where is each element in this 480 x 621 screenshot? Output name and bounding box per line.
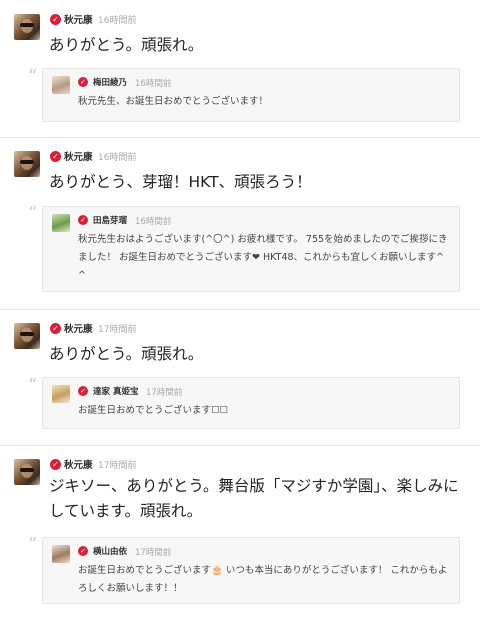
timeline-feed: ✓ 秋元康 16時間前 ありがとう。頑張れ。 “ ✓ 梅田綾乃 16時間前 秋元… — [0, 0, 480, 621]
post-message: ありがとう、芽瑠！HKT、頑張ろう！ — [49, 173, 312, 191]
verified-check-icon: ✓ — [50, 14, 61, 25]
avatar[interactable] — [14, 14, 40, 40]
post-author[interactable]: 秋元康 — [64, 12, 93, 26]
reply-text: お誕生日おめでとうございます☐☐ — [78, 405, 229, 416]
reply-avatar[interactable] — [52, 214, 70, 232]
quote-mark-icon: “ — [28, 534, 38, 555]
reply-author[interactable]: 田島芽瑠 — [93, 214, 127, 226]
post-message: ジキソー、ありがとう。舞台版「マジすか学園」、楽しみにしています。頑張れ。 — [49, 477, 459, 520]
post-time: 16時間前 — [98, 16, 137, 26]
post: ✓ 秋元康 16時間前 ありがとう、芽瑠！HKT、頑張ろう！ “ ✓ 田島芽瑠 … — [0, 137, 480, 309]
avatar[interactable] — [14, 323, 40, 349]
reply-text: 秋元先生、お誕生日おめでとうございます！ — [78, 96, 269, 107]
reply-author[interactable]: 横山由依 — [93, 545, 127, 557]
reply-avatar[interactable] — [52, 545, 70, 563]
post: ✓ 秋元康 17時間前 ジキソー、ありがとう。舞台版「マジすか学園」、楽しみにし… — [0, 445, 480, 621]
reply-avatar[interactable] — [52, 385, 70, 403]
reply-time: 17時間前 — [135, 548, 172, 558]
quote-mark-icon: “ — [28, 203, 38, 224]
reply-text: お誕生日おめでとうございます🎂 いつも本当にありがとうございます！ これからもよ… — [78, 565, 448, 594]
post-time: 17時間前 — [98, 325, 137, 335]
post: ✓ 秋元康 17時間前 ありがとう。頑張れ。 “ ✓ 達家 真姫宝 17時間前 … — [0, 309, 480, 445]
reply-text: 秋元先生おはようございます(^〇^) お疲れ様です。 755を始めましたのでご挨… — [78, 234, 448, 281]
post: ✓ 秋元康 16時間前 ありがとう。頑張れ。 “ ✓ 梅田綾乃 16時間前 秋元… — [0, 0, 480, 137]
quote-mark-icon: “ — [28, 66, 38, 87]
reply-quote[interactable]: ✓ 田島芽瑠 16時間前 秋元先生おはようございます(^〇^) お疲れ様です。 … — [42, 206, 460, 292]
quote-mark-icon: “ — [28, 375, 38, 396]
verified-check-icon: ✓ — [50, 323, 61, 334]
verified-check-icon: ✓ — [50, 151, 61, 162]
reply-time: 16時間前 — [135, 217, 172, 227]
avatar[interactable] — [14, 151, 40, 177]
post-author[interactable]: 秋元康 — [64, 149, 93, 163]
post-author[interactable]: 秋元康 — [64, 321, 93, 335]
reply-quote[interactable]: ✓ 達家 真姫宝 17時間前 お誕生日おめでとうございます☐☐ — [42, 377, 460, 429]
reply-quote[interactable]: ✓ 梅田綾乃 16時間前 秋元先生、お誕生日おめでとうございます！ — [42, 68, 460, 122]
post-message: ありがとう。頑張れ。 — [49, 36, 204, 54]
post-message: ありがとう。頑張れ。 — [49, 345, 204, 363]
post-time: 16時間前 — [98, 153, 137, 163]
reply-avatar[interactable] — [52, 76, 70, 94]
reply-quote[interactable]: ✓ 横山由依 17時間前 お誕生日おめでとうございます🎂 いつも本当にありがとう… — [42, 537, 460, 604]
verified-check-icon: ✓ — [78, 546, 88, 556]
verified-check-icon: ✓ — [50, 459, 61, 470]
post-author[interactable]: 秋元康 — [64, 457, 93, 471]
reply-time: 16時間前 — [135, 79, 172, 89]
reply-author[interactable]: 梅田綾乃 — [93, 76, 127, 88]
post-time: 17時間前 — [98, 461, 137, 471]
reply-time: 17時間前 — [146, 388, 183, 398]
verified-check-icon: ✓ — [78, 77, 88, 87]
verified-check-icon: ✓ — [78, 215, 88, 225]
avatar[interactable] — [14, 459, 40, 485]
verified-check-icon: ✓ — [78, 386, 88, 396]
reply-author[interactable]: 達家 真姫宝 — [93, 385, 138, 397]
